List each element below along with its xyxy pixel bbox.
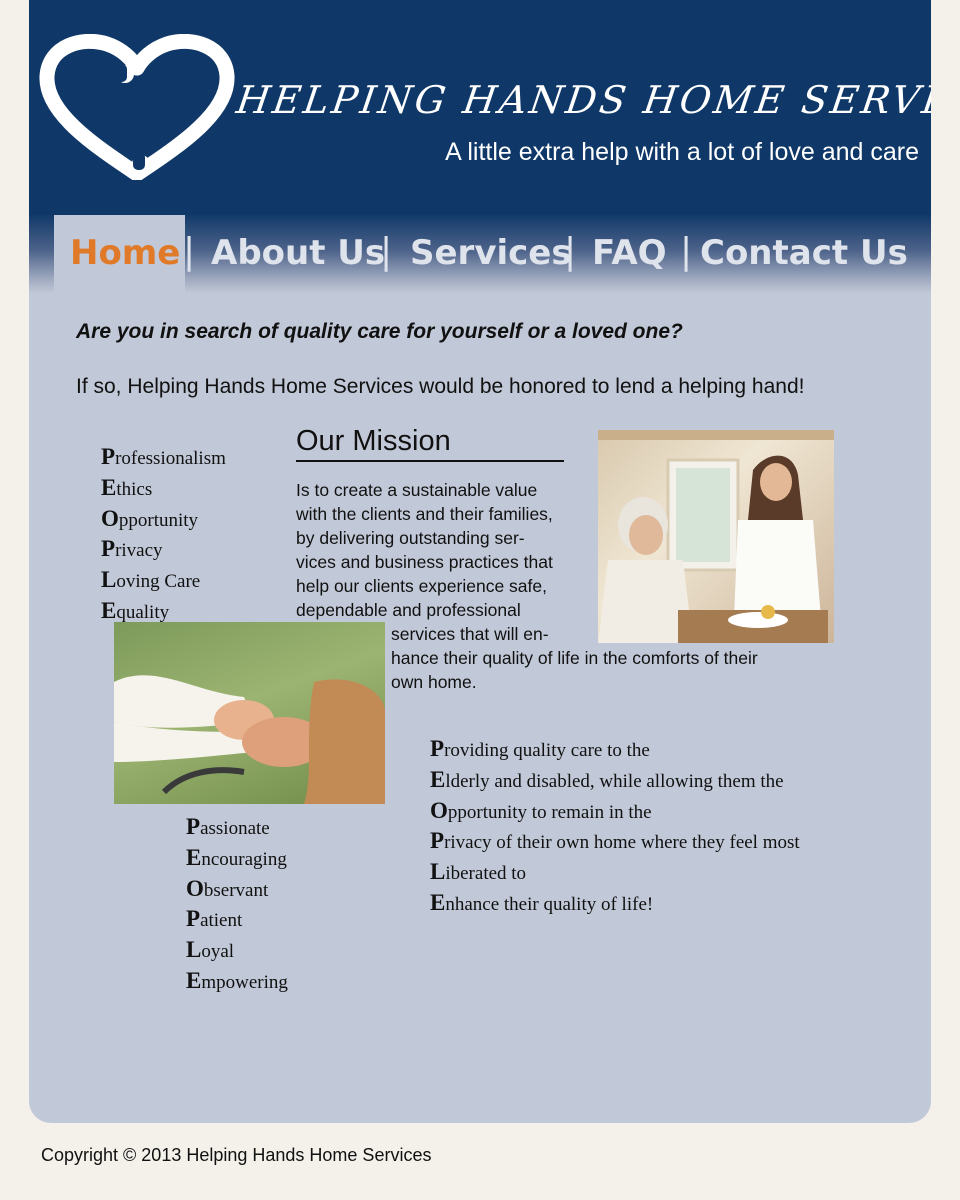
mission-text-line: dependable and professional <box>296 600 521 620</box>
list-item: Professionalism <box>101 444 226 469</box>
site-header: HELPING HANDS HOME SERVICES A little ext… <box>29 0 931 215</box>
list-item: Privacy <box>101 536 163 562</box>
footer-copyright: Copyright © 2013 Helping Hands Home Serv… <box>41 1145 432 1165</box>
list-item: Observant <box>186 875 269 901</box>
list-item: Passionate <box>186 814 270 839</box>
mission-heading: Our Mission <box>296 425 564 462</box>
list-item: Privacy of their own home where they fee… <box>430 828 800 854</box>
intro-paragraph: If so, Helping Hands Home Services would… <box>76 375 805 398</box>
list-item: Enhance their quality of life! <box>430 889 654 915</box>
mission-text-line: help our clients experience safe, <box>296 576 547 596</box>
mission-text-line: hance their quality of life in the comfo… <box>391 648 758 668</box>
nav-separator: | <box>183 231 196 272</box>
nav-about-us[interactable]: About Us <box>211 233 385 273</box>
list-item: Empowering <box>186 967 288 993</box>
site-tagline: A little extra help with a lot of love a… <box>445 138 919 166</box>
caregiver-photo <box>598 430 834 643</box>
nav-faq[interactable]: FAQ <box>592 233 667 273</box>
nav-separator: | <box>564 231 577 272</box>
mission-text-line: own home. <box>391 672 477 692</box>
list-item: Ethics <box>101 474 153 500</box>
mission-text-line: by delivering outstanding ser- <box>296 528 525 548</box>
mission-text-line: vices and business practices that <box>296 552 553 572</box>
list-item: Encouraging <box>186 844 287 870</box>
list-item: Opportunity <box>101 505 199 531</box>
list-item: Liberated to <box>430 859 527 885</box>
list-item: Patient <box>186 906 243 932</box>
people-list: Providing quality care to the Elderly an… <box>430 735 800 920</box>
list-item: Opportunity to remain in the <box>430 797 652 823</box>
nav-separator: | <box>380 231 393 272</box>
holding-hands-photo <box>114 622 385 804</box>
site-title: HELPING HANDS HOME SERVICES <box>233 78 931 122</box>
values-list: Professionalism Ethics Opportunity Priva… <box>101 443 226 628</box>
intro-question: Are you in search of quality care for yo… <box>76 320 683 343</box>
list-item: Providing quality care to the <box>430 736 650 761</box>
heart-hands-icon <box>39 34 235 180</box>
main-nav: Home | About Us | Services | FAQ | Conta… <box>29 215 931 293</box>
nav-home[interactable]: Home <box>70 233 180 273</box>
list-item: Loving Care <box>101 567 201 593</box>
list-item: Elderly and disabled, while allowing the… <box>430 766 784 792</box>
mission-text-line: services that will en- <box>391 624 549 644</box>
page-card: HELPING HANDS HOME SERVICES A little ext… <box>29 0 931 1123</box>
list-item: Loyal <box>186 937 235 963</box>
nav-contact-us[interactable]: Contact Us <box>700 233 908 273</box>
mission-text-line: with the clients and their families, <box>296 504 553 524</box>
nav-separator: | <box>680 231 693 272</box>
traits-list: Passionate Encouraging Observant Patient… <box>186 813 288 998</box>
mission-text-line: Is to create a sustainable value <box>296 480 538 500</box>
nav-services[interactable]: Services <box>410 233 572 273</box>
